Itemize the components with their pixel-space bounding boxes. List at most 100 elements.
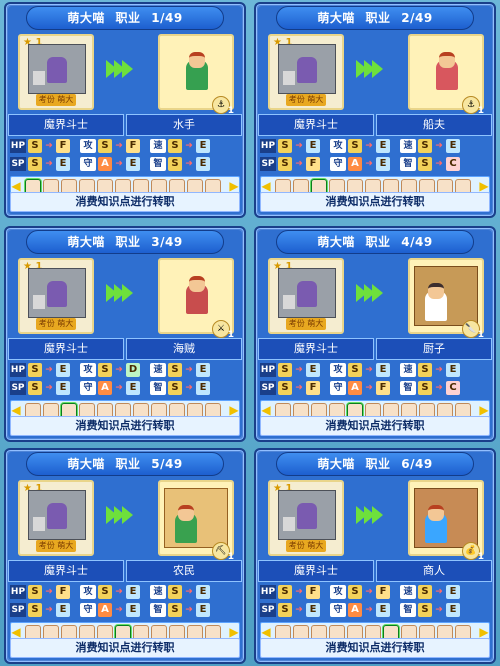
target-job-box[interactable]: ⚓ 1: [408, 34, 484, 116]
job-prefix: 职业: [365, 235, 391, 249]
target-character-icon: [436, 52, 458, 90]
job-change-button[interactable]: 消费知识点进行转职: [260, 416, 490, 436]
grade-arrow-icon: ➜: [295, 587, 303, 597]
grade-to: E: [56, 363, 70, 377]
job-badge: 考份 萌大: [286, 94, 326, 106]
character-name: 萌大喵: [317, 457, 355, 471]
next-character-button[interactable]: ▶: [229, 625, 239, 639]
stats-table: HP S ➜ E 攻 S ➜ E 速 S ➜ E SP S ➜ F 守 A ➜ …: [260, 362, 490, 398]
target-job-box[interactable]: 🔪 1: [408, 258, 484, 340]
job-panel-5: 萌大喵 职业 5/49 ★ 1 考份 萌大 ⛏ 1 魔界斗士 农民 HP S ➜…: [4, 448, 246, 664]
stat-sp-label: SP: [260, 381, 276, 395]
panel-title: 萌大喵 职业 3/49: [26, 230, 224, 254]
job-badge: 考份 萌大: [286, 318, 326, 330]
stat-hp-label: HP: [260, 139, 276, 153]
stat-hp-label: HP: [10, 363, 26, 377]
grade-to: E: [306, 139, 320, 153]
grade-arrow-icon: ➜: [295, 365, 303, 375]
stat-sp-label: SP: [260, 157, 276, 171]
character-name: 萌大喵: [67, 235, 105, 249]
character-room-image: [278, 490, 336, 540]
target-job-label: 船夫: [376, 114, 492, 136]
stat-def-label: 守: [80, 381, 96, 395]
next-character-button[interactable]: ▶: [229, 179, 239, 193]
grade-arrow-icon: ➜: [365, 587, 373, 597]
target-character-icon: [175, 505, 197, 543]
grade-to: C: [446, 381, 460, 395]
prev-character-button[interactable]: ◀: [11, 403, 21, 417]
target-job-box[interactable]: ⛏ 1: [158, 480, 234, 562]
stats-row-1: HP S ➜ F 攻 S ➜ E 速 S ➜ E: [10, 584, 210, 600]
grade-to: C: [446, 157, 460, 171]
grade-to: E: [196, 363, 210, 377]
job-change-button[interactable]: 消费知识点进行转职: [10, 192, 240, 212]
grade-from: S: [418, 363, 432, 377]
stat-speed-label: 速: [400, 363, 416, 377]
prev-character-button[interactable]: ◀: [261, 625, 271, 639]
stat-hp-label: HP: [10, 139, 26, 153]
grade-arrow-icon: ➜: [115, 159, 123, 169]
job-index: 4/49: [401, 235, 433, 249]
next-character-button[interactable]: ▶: [479, 403, 489, 417]
grade-to: E: [376, 363, 390, 377]
stats-row-2: SP S ➜ E 守 A ➜ E 智 S ➜ E: [260, 602, 460, 618]
grade-from: A: [98, 603, 112, 617]
grade-arrow-icon: ➜: [365, 605, 373, 615]
stats-table: HP S ➜ F 攻 S ➜ F 速 S ➜ E SP S ➜ E 守 A ➜ …: [260, 584, 490, 620]
stats-row-1: HP S ➜ F 攻 S ➜ F 速 S ➜ E: [10, 138, 210, 154]
grade-from: S: [168, 381, 182, 395]
stat-atk-label: 攻: [80, 585, 96, 599]
character-name: 萌大喵: [67, 11, 105, 25]
current-job-label: 魔界斗士: [258, 560, 374, 582]
job-index: 6/49: [401, 457, 433, 471]
grade-to: E: [196, 603, 210, 617]
stat-int-label: 智: [150, 381, 166, 395]
grade-to: E: [196, 157, 210, 171]
target-character-icon: [186, 276, 208, 314]
current-job-box: ★ 1 考份 萌大: [18, 34, 94, 110]
change-arrows: [356, 60, 396, 80]
grade-from: S: [418, 139, 432, 153]
job-compare: 魔界斗士 水手: [8, 114, 242, 136]
grade-from: A: [98, 381, 112, 395]
next-character-button[interactable]: ▶: [479, 179, 489, 193]
target-job-box[interactable]: ⚔ 1: [158, 258, 234, 340]
prev-character-button[interactable]: ◀: [11, 625, 21, 639]
grade-from: S: [168, 139, 182, 153]
stat-speed-label: 速: [150, 363, 166, 377]
grade-arrow-icon: ➜: [185, 587, 193, 597]
stat-sp-label: SP: [10, 381, 26, 395]
prev-character-button[interactable]: ◀: [261, 179, 271, 193]
stat-int-label: 智: [400, 603, 416, 617]
grade-from: A: [98, 157, 112, 171]
grade-arrow-icon: ➜: [45, 383, 53, 393]
next-character-button[interactable]: ▶: [229, 403, 239, 417]
stats-row-2: SP S ➜ F 守 A ➜ F 智 S ➜ C: [260, 380, 460, 396]
grade-arrow-icon: ➜: [45, 141, 53, 151]
job-change-button[interactable]: 消费知识点进行转职: [260, 638, 490, 658]
grade-to: E: [306, 603, 320, 617]
grade-to: E: [306, 363, 320, 377]
grade-to: E: [56, 381, 70, 395]
grade-to: E: [196, 139, 210, 153]
grade-arrow-icon: ➜: [45, 159, 53, 169]
grade-from: S: [168, 157, 182, 171]
job-badge: 考份 萌大: [36, 540, 76, 552]
job-panel-4: 萌大喵 职业 4/49 ★ 1 考份 萌大 🔪 1 魔界斗士 厨子 HP S ➜…: [254, 226, 496, 442]
prev-character-button[interactable]: ◀: [11, 179, 21, 193]
job-change-button[interactable]: 消费知识点进行转职: [10, 638, 240, 658]
target-job-box[interactable]: 💰 1: [408, 480, 484, 562]
grade-to: E: [446, 585, 460, 599]
target-job-box[interactable]: ⚓ 1: [158, 34, 234, 116]
grade-arrow-icon: ➜: [295, 383, 303, 393]
target-job-label: 海贼: [126, 338, 242, 360]
character-room-image: [278, 268, 336, 318]
job-change-button[interactable]: 消费知识点进行转职: [260, 192, 490, 212]
next-character-button[interactable]: ▶: [479, 625, 489, 639]
job-change-button[interactable]: 消费知识点进行转职: [10, 416, 240, 436]
character-room-image: [278, 44, 336, 94]
stat-def-label: 守: [80, 157, 96, 171]
job-panel-3: 萌大喵 职业 3/49 ★ 1 考份 萌大 ⚔ 1 魔界斗士 海贼 HP S ➜…: [4, 226, 246, 442]
prev-character-button[interactable]: ◀: [261, 403, 271, 417]
stats-row-2: SP S ➜ E 守 A ➜ E 智 S ➜ E: [10, 380, 210, 396]
